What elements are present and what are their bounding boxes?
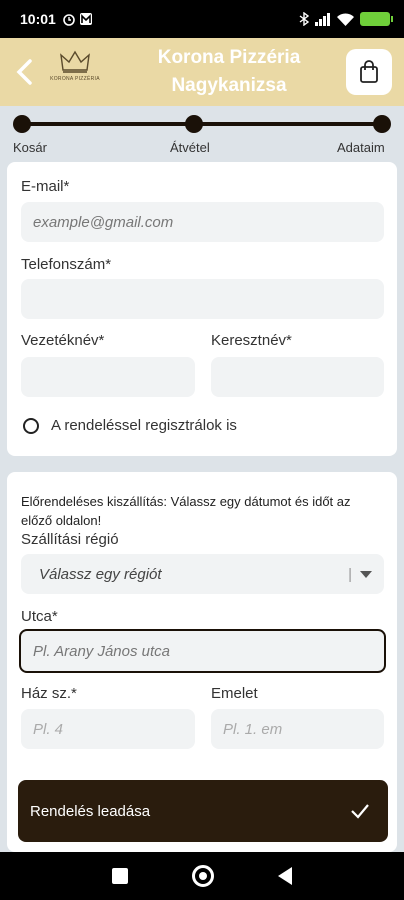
m-icon: [79, 13, 92, 25]
system-nav-bar: [0, 852, 404, 900]
floor-field[interactable]: Pl. 1. em: [211, 709, 384, 749]
check-icon: [351, 804, 369, 819]
chevron-left-icon: [16, 59, 32, 85]
lastname-label: Vezetéknév*: [21, 332, 105, 349]
step-dot-details: [373, 115, 391, 133]
firstname-label: Keresztnév*: [211, 332, 292, 349]
register-radio[interactable]: [23, 418, 39, 434]
email-field[interactable]: example@gmail.com: [21, 202, 384, 242]
contact-card: E-mail* example@gmail.com Telefonszám* V…: [7, 162, 397, 456]
firstname-field[interactable]: [211, 357, 384, 397]
bluetooth-icon: [299, 12, 309, 26]
status-time: 10:01: [20, 11, 56, 27]
step-label-pickup: Átvétel: [170, 140, 210, 155]
chevron-down-icon: [360, 570, 372, 578]
alarm-icon: [63, 14, 75, 26]
select-arrow: |: [348, 554, 372, 594]
home-icon[interactable]: [192, 865, 214, 887]
house-number-field[interactable]: Pl. 4: [21, 709, 195, 749]
step-label-details: Adataim: [337, 140, 385, 155]
region-select[interactable]: Válassz egy régiót |: [21, 554, 384, 594]
cart-button[interactable]: [346, 49, 392, 95]
email-label: E-mail*: [21, 178, 70, 195]
house-number-label: Ház sz.*: [21, 685, 77, 702]
shopping-bag-icon: [360, 60, 378, 83]
wifi-icon: [337, 12, 354, 26]
back-button[interactable]: [10, 56, 38, 88]
app-header: KORONA PIZZÉRIA Korona Pizzéria Nagykani…: [0, 38, 404, 106]
back-nav-icon[interactable]: [278, 867, 292, 885]
restaurant-logo: KORONA PIZZÉRIA: [50, 50, 100, 96]
checkout-stepper: Kosár Átvétel Adataim: [0, 106, 404, 162]
place-order-label: Rendelés leadása: [30, 802, 151, 820]
street-field[interactable]: Pl. Arany János utca: [19, 629, 386, 673]
battery-icon: [360, 12, 393, 26]
recents-icon[interactable]: [112, 868, 128, 884]
place-order-button[interactable]: Rendelés leadása: [18, 780, 388, 842]
crown-icon: [60, 50, 90, 73]
region-select-value: Válassz egy régiót: [39, 565, 162, 583]
phone-field[interactable]: [21, 279, 384, 319]
region-label: Szállítási régió: [21, 531, 119, 548]
preorder-notice: Előrendeléses kiszállítás: Válassz egy d…: [21, 494, 351, 528]
signal-icon: [315, 12, 330, 26]
logo-text: KORONA PIZZÉRIA: [50, 76, 100, 82]
lastname-field[interactable]: [21, 357, 195, 397]
step-label-cart: Kosár: [13, 140, 47, 155]
page-title: Korona Pizzéria Nagykanizsa: [157, 47, 301, 96]
step-dot-pickup: [185, 115, 203, 133]
floor-label: Emelet: [211, 685, 258, 702]
register-label[interactable]: A rendeléssel regisztrálok is: [51, 417, 237, 434]
status-bar: 10:01: [0, 0, 404, 38]
street-label: Utca*: [21, 608, 58, 625]
step-dot-cart: [13, 115, 31, 133]
phone-label: Telefonszám*: [21, 256, 112, 273]
